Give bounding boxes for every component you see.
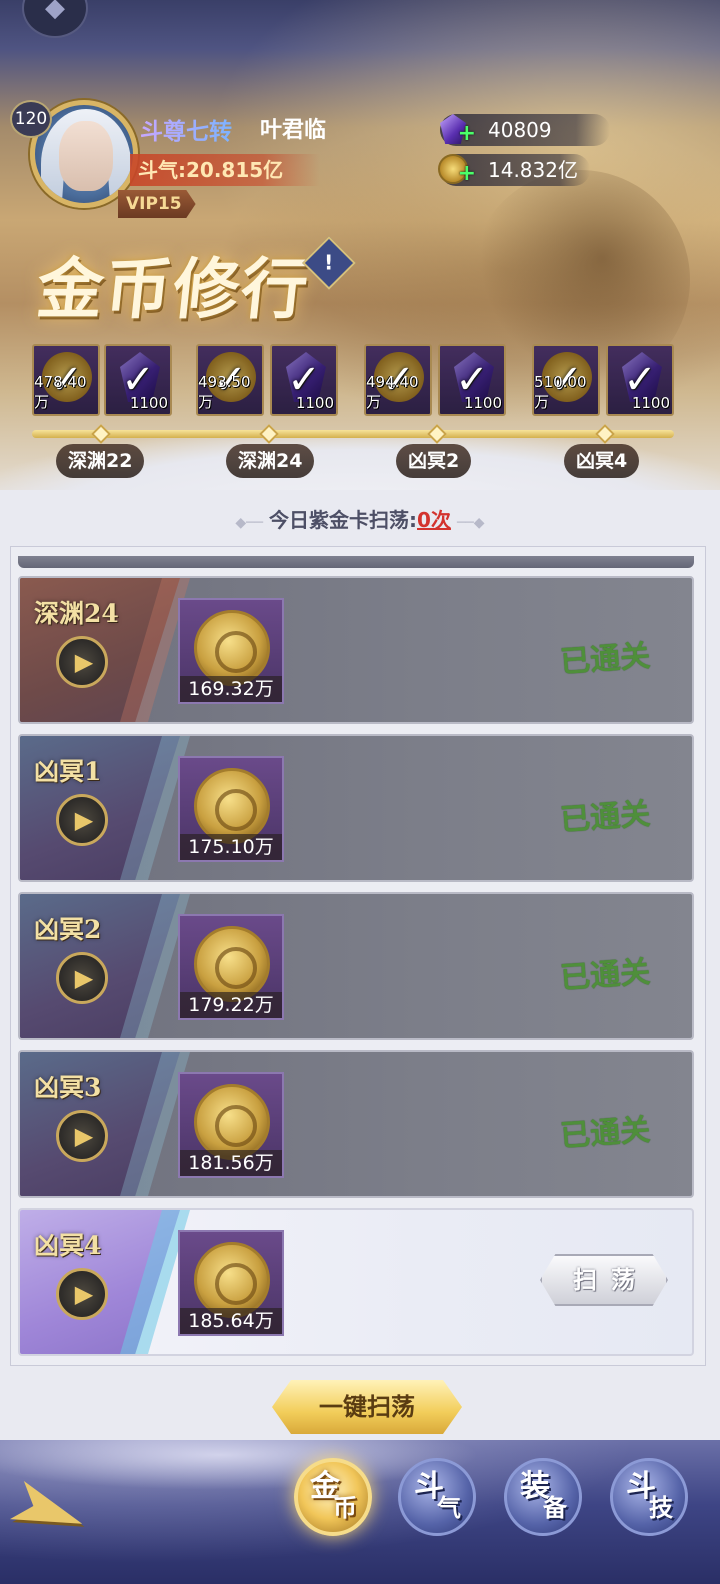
stage-name: 凶冥3 [34,1073,102,1102]
gold-amount: 14.832亿 [488,158,578,182]
stage-reward-tile[interactable]: 179.22万 [178,914,284,1020]
play-replay-button[interactable]: ▶ [56,794,108,846]
daily-sweep-counter: ◆── 今日紫金卡扫荡:0次 ──◆ [0,504,720,533]
stage-list-scroll-edge [18,556,694,568]
player-rank-title: 斗尊七转 [140,112,232,146]
tab-dou-qi[interactable]: 斗 气 [398,1458,476,1536]
stage-name: 凶冥4 [34,1231,102,1260]
cleared-status: 已通关 [559,954,652,997]
milestone-gem-reward[interactable]: ✓ 1100 [104,344,172,416]
stage-reward-tile[interactable]: 185.64万 [178,1230,284,1336]
milestone-stage-label: 凶冥4 [564,444,640,478]
milestone-coin-reward[interactable]: ✓ 478.40万 [32,344,100,416]
cleared-status: 已通关 [559,796,652,839]
milestone-gem-reward[interactable]: ✓ 1100 [270,344,338,416]
gold-currency: + 14.832亿 [438,154,590,186]
gold-coin-icon [194,926,270,1002]
milestone-node [259,424,279,444]
milestone-coin-reward[interactable]: ✓ 510.00万 [532,344,600,416]
play-replay-button[interactable]: ▶ [56,636,108,688]
player-name: 叶君临 [260,118,327,143]
bottom-nav: ➤ 金 币 斗 气 装 备 斗 技 [0,1440,720,1584]
gem-amount: 40809 [488,118,552,142]
stage-name: 深渊24 [34,599,119,628]
gold-coin-icon [194,1242,270,1318]
stage-reward-tile[interactable]: 181.56万 [178,1072,284,1178]
vip-badge[interactable]: VIP15 [118,190,196,218]
stage-reward-amount: 169.32万 [180,676,282,702]
tab-skills[interactable]: 斗 技 [610,1458,688,1536]
play-replay-button[interactable]: ▶ [56,1110,108,1162]
sweep-counter-value: 0次 [417,508,451,532]
stage-reward-amount: 179.22万 [180,992,282,1018]
play-icon: ▶ [74,1280,94,1308]
cleared-status: 已通关 [559,1112,652,1155]
milestone-progress-line [32,430,674,438]
milestone-gem-reward[interactable]: ✓ 1100 [606,344,674,416]
play-replay-button[interactable]: ▶ [56,952,108,1004]
stage-reward-amount: 181.56万 [180,1150,282,1176]
gem-currency: + 40809 [440,114,610,146]
stage-reward-amount: 175.10万 [180,834,282,860]
milestone-track: ✓ 478.40万 ✓ 1100 深渊22 ✓ 493.50万 ✓ 1100 深… [0,344,720,484]
stage-row: 凶冥1 ▶ 175.10万 已通关 [18,734,694,882]
milestone-coin-reward[interactable]: ✓ 494.40万 [364,344,432,416]
sweep-button[interactable]: 扫荡 [540,1254,668,1306]
divider-ornament: ──◆ [456,515,485,531]
one-click-sweep-button[interactable]: 一键扫荡 [272,1380,462,1434]
stage-reward-amount: 185.64万 [180,1308,282,1334]
milestone-stage-label: 深渊24 [226,444,315,478]
player-power: 斗气:20.815亿 [130,154,320,186]
milestone-coin-reward[interactable]: ✓ 493.50万 [196,344,264,416]
avatar-face [59,121,113,191]
gold-coin-icon [194,768,270,844]
gold-coin-icon[interactable]: + [432,148,476,190]
stage-reward-tile[interactable]: 175.10万 [178,756,284,862]
stage-row: 深渊24 ▶ 169.32万 已通关 [18,576,694,724]
stage-row: 凶冥2 ▶ 179.22万 已通关 [18,892,694,1040]
milestone-gem-reward[interactable]: ✓ 1100 [438,344,506,416]
milestone-stage-label: 凶冥2 [396,444,472,478]
divider-ornament: ◆── [235,515,264,531]
play-icon: ▶ [74,964,94,992]
purple-crystal-icon[interactable]: + [432,108,476,150]
stage-row: 凶冥3 ▶ 181.56万 已通关 [18,1050,694,1198]
stage-reward-tile[interactable]: 169.32万 [178,598,284,704]
player-level-badge: 120 [10,100,52,138]
milestone-node [595,424,615,444]
milestone-stage-label: 深渊22 [56,444,145,478]
play-icon: ▶ [74,648,94,676]
event-title: 金币修行 [33,250,314,328]
stage-name: 凶冥1 [34,757,102,786]
stage-name: 凶冥2 [34,915,102,944]
milestone-node [91,424,111,444]
gold-coin-icon [194,1084,270,1160]
back-arrow-icon[interactable]: ➤ [0,1461,150,1560]
play-icon: ▶ [74,1122,94,1150]
stage-row-current: 凶冥4 ▶ 185.64万 扫荡 [18,1208,694,1356]
cleared-status: 已通关 [559,638,652,681]
tab-equipment[interactable]: 装 备 [504,1458,582,1536]
sweep-counter-label: 今日紫金卡扫荡: [269,508,418,532]
play-icon: ▶ [74,806,94,834]
tab-gold-coin[interactable]: 金 币 [294,1458,372,1536]
gold-coin-icon [194,610,270,686]
play-replay-button[interactable]: ▶ [56,1268,108,1320]
milestone-node [427,424,447,444]
